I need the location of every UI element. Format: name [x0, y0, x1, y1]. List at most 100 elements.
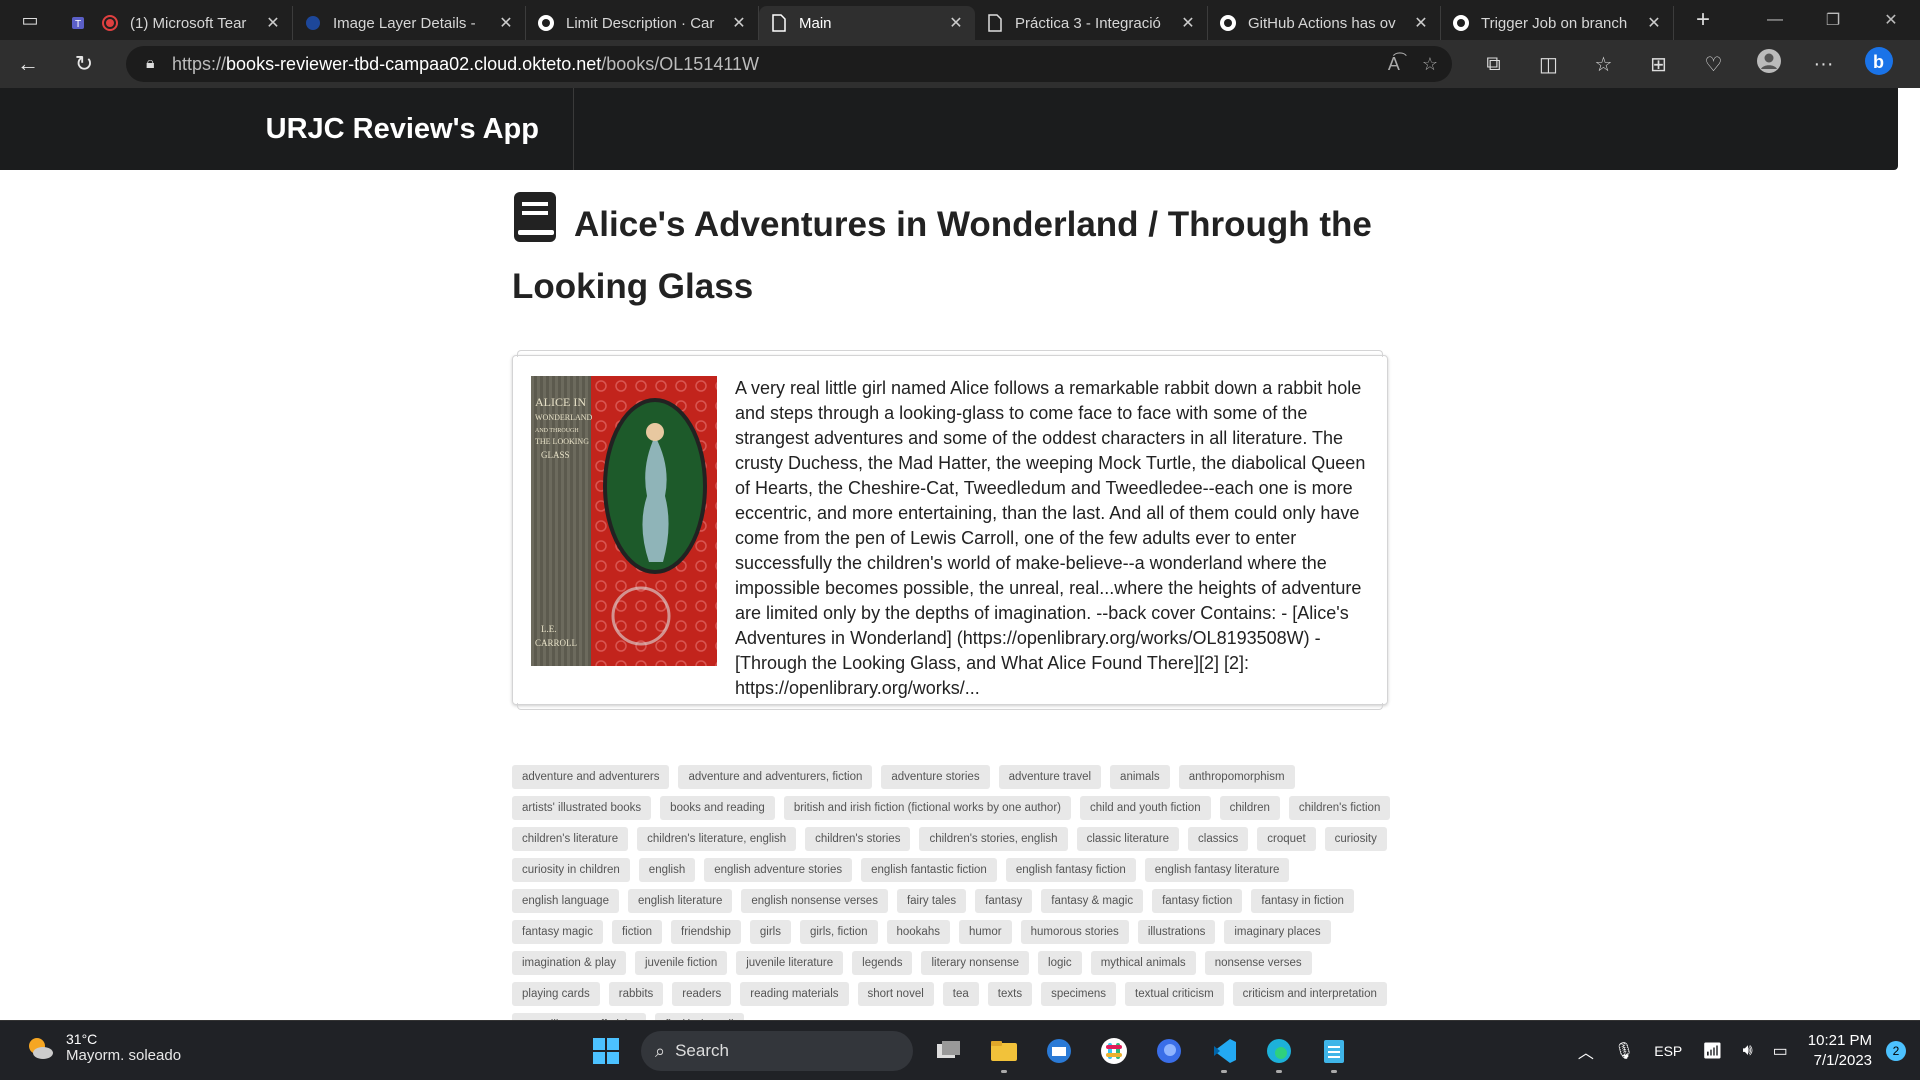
tab-practica[interactable]: Práctica 3 - Integració ✕ — [975, 6, 1208, 40]
subject-tag[interactable]: texts — [987, 982, 1033, 1006]
subject-tag[interactable]: friendship — [671, 920, 741, 944]
subject-tag[interactable]: curiosity — [1324, 827, 1387, 851]
back-icon[interactable]: ← — [0, 40, 56, 88]
subject-tag[interactable]: classic literature — [1076, 827, 1180, 851]
task-view-icon[interactable] — [921, 1029, 976, 1073]
more-menu-icon[interactable]: ··· — [1796, 53, 1851, 76]
close-icon[interactable]: ✕ — [497, 13, 515, 33]
profile-icon[interactable] — [1741, 48, 1796, 80]
tab-actions-icon[interactable]: ▭ — [0, 0, 60, 40]
subject-tag[interactable]: reading materials — [740, 982, 849, 1006]
close-window-icon[interactable]: ✕ — [1862, 0, 1920, 40]
restore-icon[interactable]: ❐ — [1804, 0, 1862, 40]
tab-teams[interactable]: T (1) Microsoft Tear ✕ — [60, 6, 293, 40]
subject-tag[interactable]: fantasy magic — [512, 920, 603, 944]
extensions-icon[interactable]: ⧉ — [1466, 53, 1521, 76]
performance-icon[interactable]: ♡ — [1686, 52, 1741, 77]
bing-icon[interactable]: b — [1851, 46, 1906, 82]
close-icon[interactable]: ✕ — [1179, 13, 1197, 33]
subject-tag[interactable]: mythical animals — [1090, 951, 1196, 975]
subject-tag[interactable]: adventure and adventurers — [512, 765, 670, 789]
tab-main[interactable]: Main ✕ — [759, 6, 975, 40]
subject-tag[interactable]: hookahs — [886, 920, 950, 944]
subject-tag[interactable]: classics — [1188, 827, 1249, 851]
subject-tag[interactable]: humorous stories — [1020, 920, 1129, 944]
subject-tag[interactable]: english fantasy fiction — [1005, 858, 1136, 882]
tab-docker[interactable]: Image Layer Details - ✕ — [293, 6, 526, 40]
subject-tag[interactable]: adventure stories — [881, 765, 990, 789]
subject-tag[interactable]: fiction — [611, 920, 662, 944]
subject-tag[interactable]: girls — [749, 920, 791, 944]
clock[interactable]: 10:21 PM 7/1/2023 — [1808, 1031, 1872, 1071]
split-screen-icon[interactable]: ◫ — [1521, 52, 1576, 77]
close-icon[interactable]: ✕ — [1412, 13, 1430, 33]
collections-icon[interactable]: ⊞ — [1631, 52, 1686, 77]
subject-tag[interactable]: animals — [1110, 765, 1170, 789]
subject-tag[interactable]: girls, fiction — [799, 920, 878, 944]
subject-tag[interactable]: anthropomorphism — [1178, 765, 1295, 789]
subject-tag[interactable]: child and youth fiction — [1080, 796, 1211, 820]
subject-tag[interactable]: children's literature, english — [637, 827, 797, 851]
subject-tag[interactable]: british and irish fiction (fictional wor… — [783, 796, 1071, 820]
file-explorer-icon[interactable] — [976, 1029, 1031, 1073]
subject-tag[interactable]: imagination & play — [512, 951, 626, 975]
subject-tag[interactable]: rabbits — [608, 982, 664, 1006]
read-aloud-icon[interactable]: A͡ — [1388, 54, 1400, 75]
subject-tag[interactable]: fantasy in fiction — [1251, 889, 1354, 913]
subject-tag[interactable]: textual criticism — [1125, 982, 1224, 1006]
subject-tag[interactable]: literary nonsense — [921, 951, 1030, 975]
subject-tag[interactable]: english — [638, 858, 696, 882]
subject-tag[interactable]: children's literature — [512, 827, 629, 851]
notepad-icon[interactable] — [1306, 1029, 1361, 1073]
subject-tag[interactable]: nonsense verses — [1204, 951, 1312, 975]
refresh-icon[interactable]: ↻ — [56, 40, 112, 88]
close-icon[interactable]: ✕ — [947, 13, 965, 33]
battery-icon[interactable]: ▭ — [1773, 1041, 1788, 1061]
weather-widget[interactable]: 31°C Mayorm. soleado — [24, 1031, 181, 1064]
subject-tag[interactable]: criticism and interpretation — [1232, 982, 1387, 1006]
url-field[interactable]: 🔒︎ https://books-reviewer-tbd-campaa02.c… — [126, 46, 1452, 82]
subject-tag[interactable]: adventure and adventurers, fiction — [678, 765, 873, 789]
favorite-star-icon[interactable]: ☆ — [1422, 54, 1438, 75]
subject-tag[interactable]: english adventure stories — [704, 858, 853, 882]
subject-tag[interactable]: children's fiction — [1288, 796, 1391, 820]
notification-badge[interactable]: 2 — [1886, 1041, 1906, 1061]
subject-tag[interactable]: english nonsense verses — [741, 889, 888, 913]
app-brand-link[interactable]: URJC Review's App — [0, 88, 574, 170]
tab-trigger-job[interactable]: Trigger Job on branch ✕ — [1441, 6, 1674, 40]
subject-tag[interactable]: humor — [958, 920, 1012, 944]
subject-tag[interactable]: fairy tales — [896, 889, 967, 913]
subject-tag[interactable]: juvenile fiction — [634, 951, 728, 975]
close-icon[interactable]: ✕ — [730, 13, 748, 33]
subject-tag[interactable]: children — [1219, 796, 1280, 820]
subject-tag[interactable]: juvenile literature — [736, 951, 844, 975]
minimize-icon[interactable]: — — [1746, 0, 1804, 40]
subject-tag[interactable]: english fantasy literature — [1144, 858, 1290, 882]
windows-start-icon[interactable] — [578, 1029, 633, 1073]
subject-tag[interactable]: fantasy fiction — [1152, 889, 1243, 913]
subject-tag[interactable]: children's stories — [805, 827, 911, 851]
favorites-icon[interactable]: ☆ — [1576, 52, 1631, 77]
subject-tag[interactable]: imaginary places — [1224, 920, 1331, 944]
subject-tag[interactable]: adventure travel — [998, 765, 1102, 789]
subject-tag[interactable]: english language — [512, 889, 619, 913]
subject-tag[interactable]: legends — [852, 951, 913, 975]
close-icon[interactable]: ✕ — [1645, 13, 1663, 33]
subject-tag[interactable]: illustrations — [1137, 920, 1216, 944]
slack-icon[interactable] — [1086, 1029, 1141, 1073]
close-icon[interactable]: ✕ — [264, 13, 282, 33]
vscode-icon[interactable] — [1196, 1029, 1251, 1073]
subject-tag[interactable]: artists' illustrated books — [512, 796, 652, 820]
wifi-icon[interactable]: 📶︎ — [1702, 1041, 1722, 1061]
tab-github-actions[interactable]: GitHub Actions has ov ✕ — [1208, 6, 1441, 40]
subject-tag[interactable]: logic — [1038, 951, 1082, 975]
new-tab-icon[interactable]: + — [1680, 6, 1726, 34]
subject-tag[interactable]: curiosity in children — [512, 858, 630, 882]
language-indicator[interactable]: ESP — [1654, 1043, 1682, 1059]
tab-limit-description[interactable]: Limit Description · Car ✕ — [526, 6, 759, 40]
subject-tag[interactable]: fantasy — [975, 889, 1033, 913]
subject-tag[interactable]: specimens — [1041, 982, 1117, 1006]
subject-tag[interactable]: tea — [942, 982, 979, 1006]
subject-tag[interactable]: english fantastic fiction — [861, 858, 997, 882]
subject-tag[interactable]: croquet — [1257, 827, 1316, 851]
